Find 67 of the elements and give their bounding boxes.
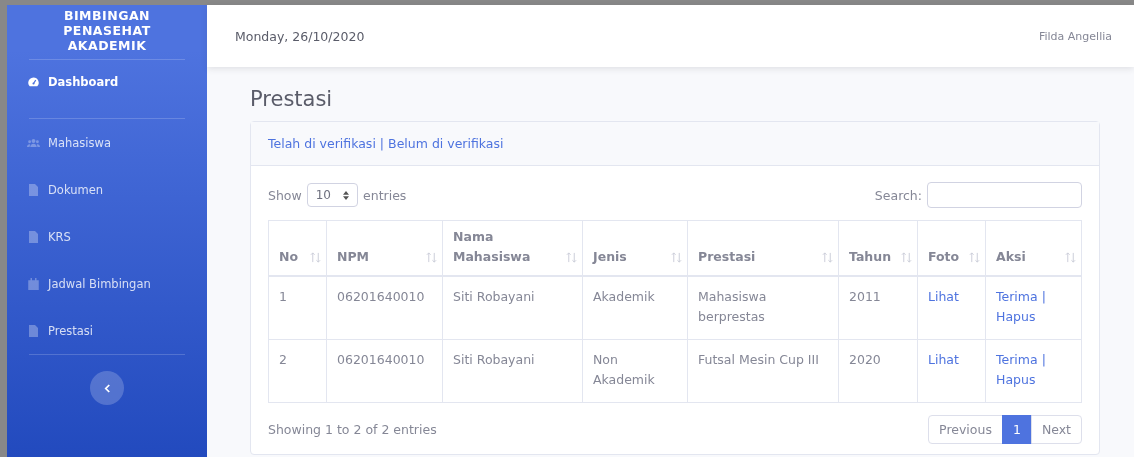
sort-icon: [969, 252, 980, 263]
column-header[interactable]: No: [268, 220, 327, 276]
sidebar-item[interactable]: Dashboard: [21, 60, 193, 104]
file-icon: [27, 230, 40, 243]
chevron-left-icon: [103, 383, 111, 393]
filter-link[interactable]: Belum di verifikasi: [388, 136, 504, 151]
table-cell: Siti Robayani: [442, 276, 583, 340]
table-cell: 06201640010: [326, 339, 443, 403]
sidebar-item[interactable]: Mahasiswa: [21, 119, 193, 166]
calendar-icon: [27, 277, 40, 290]
view-link[interactable]: Lihat: [928, 289, 959, 304]
entries-info: Showing 1 to 2 of 2 entries: [268, 422, 437, 437]
table-cell: 1: [268, 276, 327, 340]
filter-link[interactable]: Telah di verifikasi: [268, 136, 376, 151]
entries-select[interactable]: 10: [306, 183, 358, 207]
delete-link[interactable]: Hapus: [996, 309, 1036, 324]
table-cell: Siti Robayani: [442, 339, 583, 403]
page-button[interactable]: 1: [1001, 415, 1032, 444]
sort-icon: [1065, 252, 1076, 263]
view-link[interactable]: Lihat: [928, 352, 959, 367]
sort-caret-icon: [343, 190, 349, 200]
show-label: Show: [268, 187, 302, 203]
column-header[interactable]: Prestasi: [687, 220, 839, 276]
table-cell: Futsal Mesin Cup III: [687, 339, 839, 403]
file-icon: [27, 183, 40, 196]
sidebar-item[interactable]: Dokumen: [21, 166, 193, 213]
brand-title: BIMBINGAN PENASEHAT AKADEMIK: [62, 7, 152, 53]
table-cell: 2020: [838, 339, 918, 403]
column-header[interactable]: NPM: [326, 220, 443, 276]
accept-link[interactable]: Terima: [996, 352, 1038, 367]
table-cell: Non Akademik: [582, 339, 688, 403]
user-name[interactable]: Filda Angellia: [1039, 29, 1112, 43]
page-button[interactable]: Next: [1030, 415, 1082, 444]
sort-icon: [901, 252, 912, 263]
sidebar-item[interactable]: Jadwal Bimbingan: [21, 260, 193, 307]
search-field[interactable]: [927, 182, 1082, 208]
table-cell: 06201640010: [326, 276, 443, 340]
date-text: Monday, 26/10/2020: [235, 28, 365, 44]
gauge-icon: [27, 76, 40, 88]
search-label: Search:: [874, 187, 922, 203]
separator-text: |: [379, 136, 385, 151]
sort-icon: [566, 252, 577, 263]
column-header[interactable]: Jenis: [582, 220, 688, 276]
sort-icon: [671, 252, 682, 263]
table-cell: Mahasiswa berprestas: [687, 276, 839, 340]
users-icon: [27, 136, 40, 149]
accept-link[interactable]: Terima: [996, 289, 1038, 304]
file-icon: [27, 324, 40, 337]
column-header[interactable]: Nama Mahasiswa: [442, 220, 583, 276]
table-cell: Akademik: [582, 276, 688, 340]
separator-text: |: [1041, 289, 1046, 304]
sort-icon: [426, 252, 437, 263]
table-cell: 2: [268, 339, 327, 403]
separator-text: |: [1041, 352, 1046, 367]
column-header[interactable]: Tahun: [838, 220, 918, 276]
entries-label: entries: [363, 187, 407, 203]
sort-icon: [310, 252, 321, 263]
sort-icon: [822, 252, 833, 263]
column-header[interactable]: Foto: [917, 220, 986, 276]
sidebar-item[interactable]: KRS: [21, 213, 193, 260]
page-button[interactable]: Previous: [928, 415, 1003, 444]
delete-link[interactable]: Hapus: [996, 372, 1036, 387]
page-title: Prestasi: [250, 87, 334, 111]
table-cell: 2011: [838, 276, 918, 340]
column-header[interactable]: Aksi: [985, 220, 1082, 276]
sidebar-item[interactable]: Prestasi: [21, 307, 193, 354]
sidebar-toggle-button[interactable]: [90, 371, 124, 405]
